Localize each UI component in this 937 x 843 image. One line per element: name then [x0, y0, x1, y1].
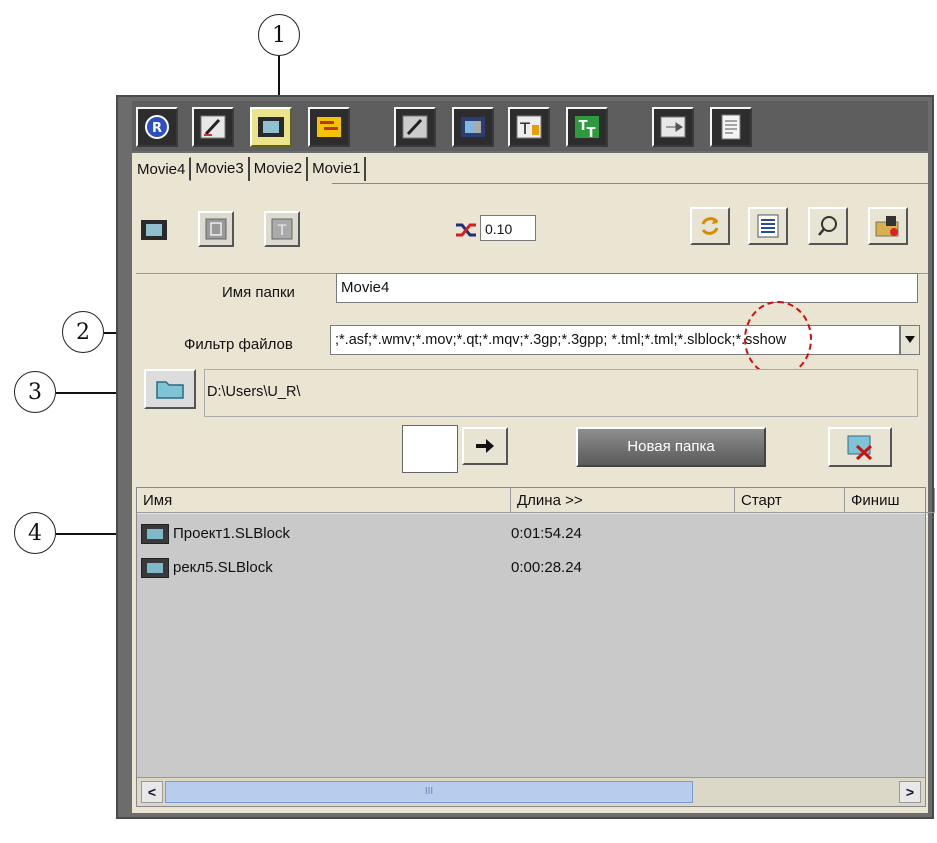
film-icon: [141, 524, 169, 545]
refresh-icon: [701, 217, 719, 235]
svg-text:R: R: [152, 121, 162, 136]
folder-icon: [156, 381, 184, 399]
search-icon: [818, 216, 837, 236]
browse-folder-button[interactable]: [144, 369, 196, 409]
new-folder-button[interactable]: Новая папка: [576, 427, 766, 467]
svg-text:T: T: [277, 223, 287, 239]
list-item[interactable]: Проект1.SLBlock 0:01:54.24: [137, 520, 925, 548]
speed-input[interactable]: 0.10: [480, 215, 536, 241]
title-block-button[interactable]: TT: [566, 107, 608, 147]
text-icon: T: [516, 115, 542, 139]
document-button[interactable]: [710, 107, 752, 147]
delete-icon: [847, 435, 873, 460]
registered-icon-button[interactable]: R: [136, 107, 178, 147]
shuffle-icon: [456, 223, 476, 237]
text-block-button[interactable]: T: [508, 107, 550, 147]
export-button[interactable]: [652, 107, 694, 147]
export-icon: [660, 116, 686, 138]
effect-pen-icon: [402, 115, 428, 139]
file-length: 0:01:54.24: [511, 525, 582, 542]
timeline-icon: [317, 117, 341, 137]
folder-tools-icon: [875, 216, 899, 237]
column-length[interactable]: Длина >>: [511, 488, 735, 513]
pen-icon: [200, 115, 226, 139]
copy-button[interactable]: [198, 211, 234, 247]
callout-2: 2: [62, 311, 104, 353]
svg-text:T: T: [519, 119, 530, 138]
chevron-down-icon: [905, 336, 915, 343]
scroll-left-button[interactable]: <: [141, 781, 163, 803]
title-icon: TT: [575, 116, 599, 139]
empty-box[interactable]: [402, 425, 458, 473]
search-button[interactable]: [808, 207, 848, 245]
application-window: R T TT Movie4 Movie3 Movie2 Movie1 T 0.1…: [116, 95, 935, 819]
folder-name-label: Имя папки: [222, 284, 295, 301]
column-name[interactable]: Имя: [137, 488, 511, 513]
file-name: рекл5.SLBlock: [173, 559, 273, 576]
text-t-icon: T: [271, 218, 293, 240]
scroll-thumb[interactable]: III: [165, 781, 693, 803]
callout-3: 3: [14, 371, 56, 413]
transition-button[interactable]: [452, 107, 494, 147]
file-name: Проект1.SLBlock: [173, 525, 290, 542]
copy-icon: [205, 218, 227, 240]
tab-movie4[interactable]: Movie4: [132, 157, 192, 181]
path-box: D:\Users\U_R\: [204, 369, 918, 417]
main-toolbar: R T TT: [132, 101, 928, 151]
callout-4: 4: [14, 512, 56, 554]
project-panel: Movie4 Movie3 Movie2 Movie1 T 0.10 Имя п…: [132, 153, 935, 813]
tab-movie3[interactable]: Movie3: [191, 157, 250, 181]
text-button[interactable]: T: [264, 211, 300, 247]
list-view-icon: [757, 214, 779, 238]
file-filter-input[interactable]: ;*.asf;*.wmv;*.mov;*.qt;*.mqv;*.3gp;*.3g…: [330, 325, 900, 355]
path-text: D:\Users\U_R\: [207, 384, 301, 400]
file-length: 0:00:28.24: [511, 559, 582, 576]
file-filter-dropdown-button[interactable]: [900, 325, 920, 355]
list-view-button[interactable]: [748, 207, 788, 245]
tab-divider: [332, 183, 928, 184]
horizontal-scrollbar[interactable]: < III >: [137, 777, 925, 806]
film-icon: [141, 220, 167, 240]
arrow-right-icon: [476, 439, 494, 453]
list-item[interactable]: рекл5.SLBlock 0:00:28.24: [137, 554, 925, 582]
column-finish[interactable]: Финиш: [845, 488, 935, 513]
scroll-right-button[interactable]: >: [899, 781, 921, 803]
file-filter-label: Фильтр файлов: [184, 336, 293, 353]
file-list[interactable]: Имя Длина >> Старт Финиш Проект1.SLBlock…: [136, 487, 935, 807]
movie-mode-button[interactable]: [250, 107, 292, 147]
tab-movie1[interactable]: Movie1: [308, 157, 367, 181]
effects-edit-button[interactable]: [394, 107, 436, 147]
tab-movie2[interactable]: Movie2: [250, 157, 309, 181]
movie-tabs: Movie4 Movie3 Movie2 Movie1: [132, 157, 367, 183]
delete-button[interactable]: [828, 427, 892, 467]
callout-1: 1: [258, 14, 300, 56]
highlight-circle: [744, 301, 812, 377]
registered-icon: R: [145, 115, 169, 139]
refresh-button[interactable]: [690, 207, 730, 245]
go-arrow-button[interactable]: [462, 427, 508, 465]
folder-tools-button[interactable]: [868, 207, 908, 245]
edit-pen-button[interactable]: [192, 107, 234, 147]
svg-text:T: T: [587, 126, 596, 139]
folder-name-input[interactable]: Movie4: [336, 273, 918, 303]
transition-icon: [461, 117, 485, 137]
film-icon: [258, 117, 284, 137]
timeline-button[interactable]: [308, 107, 350, 147]
film-icon: [141, 558, 169, 579]
document-icon: [721, 114, 741, 140]
file-list-header: Имя Длина >> Старт Финиш: [137, 488, 935, 514]
column-start[interactable]: Старт: [735, 488, 845, 513]
